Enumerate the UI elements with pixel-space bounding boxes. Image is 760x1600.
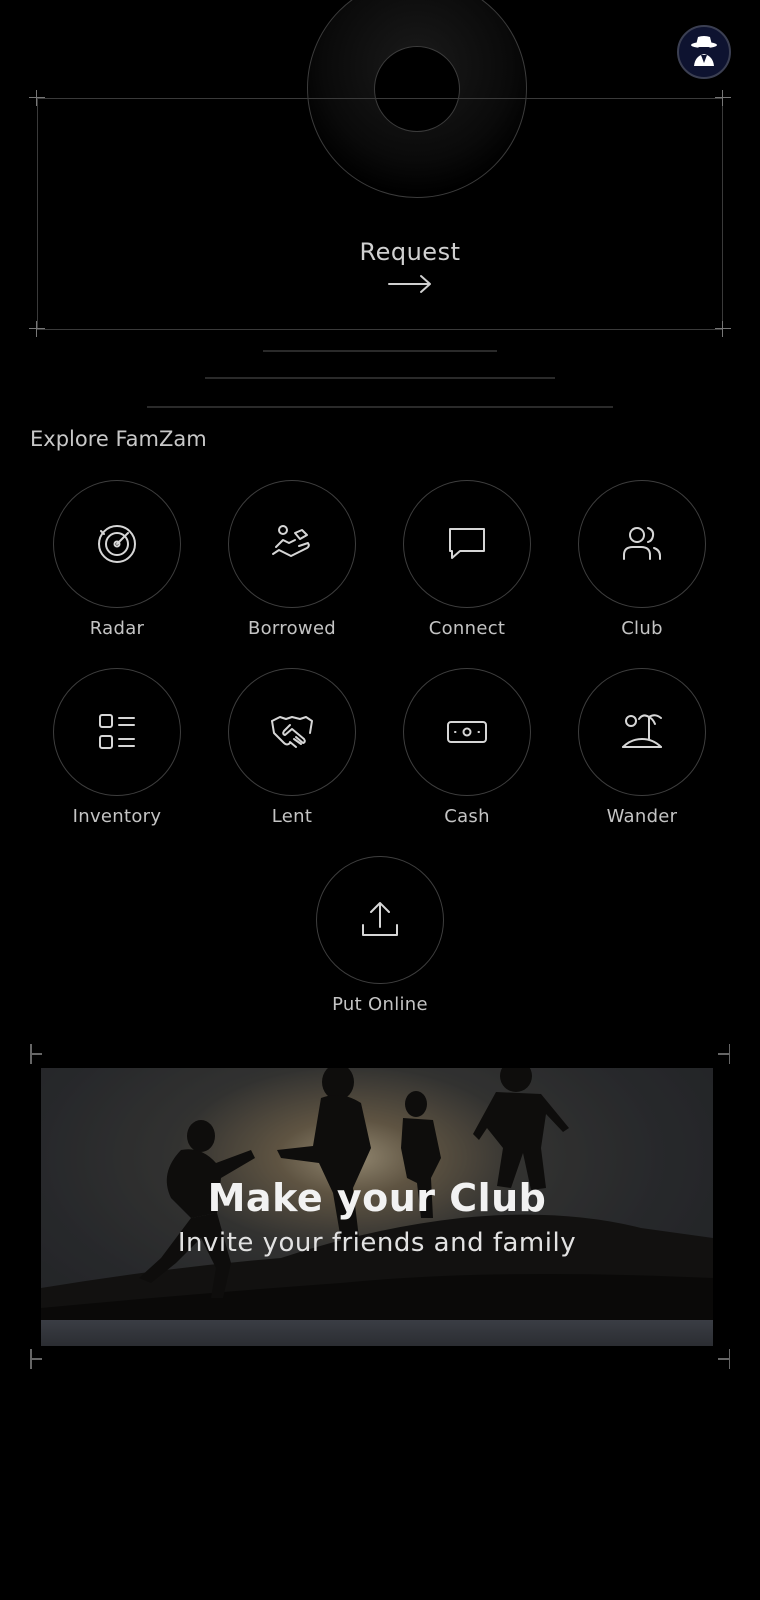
- banner-bottom-strip: [41, 1320, 713, 1346]
- banner-title: Make your Club: [207, 1176, 547, 1220]
- divider-short: [263, 350, 497, 352]
- explore-label-radar: Radar: [89, 618, 145, 639]
- explore-label-club: Club: [621, 618, 663, 639]
- list-grid-icon: [99, 714, 135, 749]
- frame-edge-left: [37, 98, 38, 330]
- bracket-bottom-left: [30, 1349, 42, 1369]
- explore-label-put-online: Put Online: [332, 994, 428, 1015]
- request-panel: Request: [29, 0, 731, 337]
- spy-agent-icon: [691, 36, 717, 66]
- crosshair-top-right: [715, 90, 731, 106]
- explore-tile-cash[interactable]: Cash: [397, 668, 537, 827]
- explore-section-title: Explore FamZam: [30, 427, 207, 451]
- explore-tile-put-online[interactable]: Put Online: [310, 856, 450, 1015]
- frame-edge-right: [722, 98, 723, 330]
- bracket-top-left: [30, 1044, 42, 1064]
- explore-tile-borrowed[interactable]: Borrowed: [222, 480, 362, 639]
- explore-label-lent: Lent: [271, 806, 313, 827]
- profile-avatar-button[interactable]: [677, 25, 731, 79]
- radar-icon: [98, 525, 136, 563]
- explore-label-wander: Wander: [606, 806, 678, 827]
- divider-medium: [205, 377, 555, 379]
- arrow-right-icon: [388, 275, 431, 293]
- explore-label-connect: Connect: [428, 618, 506, 639]
- explore-label-inventory: Inventory: [72, 806, 162, 827]
- crosshair-bottom-left: [29, 321, 45, 337]
- explore-tile-connect[interactable]: Connect: [397, 480, 537, 639]
- explore-tile-inventory[interactable]: Inventory: [47, 668, 187, 827]
- explore-tile-club[interactable]: Club: [572, 480, 712, 639]
- explore-tile-wander[interactable]: Wander: [572, 668, 712, 827]
- frame-edge-top: [37, 98, 723, 99]
- hand-receive-icon: [272, 525, 310, 557]
- request-button[interactable]: Request: [317, 238, 503, 313]
- explore-tile-radar[interactable]: Radar: [47, 480, 187, 639]
- crosshair-top-left: [29, 90, 45, 106]
- explore-tile-lent[interactable]: Lent: [222, 668, 362, 827]
- divider-long: [147, 406, 613, 408]
- crosshair-bottom-right: [715, 321, 731, 337]
- users-icon: [623, 527, 661, 560]
- island-icon: [622, 714, 662, 748]
- bracket-top-right: [718, 1044, 730, 1064]
- banknote-icon: [447, 721, 487, 743]
- radar-arc-inner-decoration: [374, 46, 460, 132]
- explore-label-cash: Cash: [444, 806, 490, 827]
- explore-label-borrowed: Borrowed: [247, 618, 337, 639]
- request-label: Request: [359, 238, 461, 266]
- banner-subtitle: Invite your friends and family: [177, 1228, 577, 1258]
- upload-icon: [362, 902, 398, 936]
- chat-bubble-icon: [449, 528, 485, 559]
- frame-edge-bottom: [37, 329, 723, 330]
- club-banner-frame: Make your Club Invite your friends and f…: [30, 1040, 730, 1369]
- make-club-banner[interactable]: Make your Club Invite your friends and f…: [41, 1068, 713, 1346]
- bracket-bottom-right: [718, 1349, 730, 1369]
- handshake-icon: [271, 716, 313, 748]
